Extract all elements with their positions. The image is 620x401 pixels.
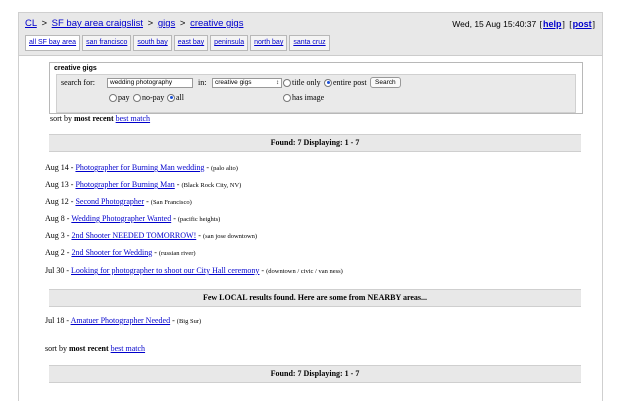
sort-line-bottom: sort by most recent best match	[45, 344, 145, 353]
radio-entire-post-label: entire post	[333, 78, 367, 87]
tab-peninsula[interactable]: peninsula	[210, 35, 249, 51]
radio-no-pay-label: no-pay	[142, 93, 165, 102]
found-bar-bottom: Found: 7 Displaying: 1 - 7	[49, 365, 581, 383]
category-select[interactable]: creative gigs ↕	[212, 78, 282, 88]
listing-link[interactable]: 2nd Shooter NEEDED TOMORROW!	[71, 231, 196, 240]
radio-entire-post[interactable]: entire post	[324, 78, 367, 87]
crumb-creative-gigs[interactable]: creative gigs	[190, 18, 243, 29]
crumb-separator: >	[41, 18, 47, 29]
radio-title-only-label: title only	[292, 78, 321, 87]
sort-current: most recent	[69, 344, 109, 353]
found-bar-top: Found: 7 Displaying: 1 - 7	[49, 134, 581, 152]
listing-location: (palo alto)	[211, 165, 238, 172]
listing-row: Aug 8 - Wedding Photographer Wanted - (p…	[45, 214, 221, 223]
has-image-label: has image	[292, 93, 325, 102]
sort-line-top: sort by most recent best match	[50, 114, 150, 123]
category-select-value: creative gigs	[215, 79, 252, 86]
radio-circle-icon	[133, 93, 141, 102]
tab-east-bay[interactable]: east bay	[173, 35, 209, 51]
listing-row: Aug 12 - Second Photographer - (San Fran…	[45, 197, 192, 206]
listing-link[interactable]: Second Photographer	[75, 197, 144, 206]
crumb-cl[interactable]: CL	[25, 18, 37, 29]
listing-link[interactable]: 2nd Shooter for Wedding	[71, 248, 152, 257]
listing-date: Aug 13	[45, 180, 69, 189]
sort-best-match-link[interactable]: best match	[111, 344, 145, 353]
search-section-title: creative gigs	[54, 65, 97, 72]
crumb-separator: >	[147, 18, 154, 29]
search-for-label: search for:	[61, 78, 95, 87]
search-input[interactable]: wedding photography	[107, 78, 193, 88]
listing-location: (san jose downtown)	[202, 233, 258, 240]
listing-row: Aug 2 - 2nd Shooter for Wedding - (russi…	[45, 248, 196, 257]
tab-san-francisco[interactable]: san francisco	[82, 35, 132, 51]
listing-location: (San Francisco)	[150, 199, 192, 206]
radio-circle-icon	[109, 93, 117, 102]
post-link[interactable]: post	[573, 19, 592, 29]
tab-santa-cruz[interactable]: santa cruz	[289, 35, 330, 51]
radio-no-pay[interactable]: no-pay	[133, 93, 164, 102]
radio-pay[interactable]: pay	[109, 93, 130, 102]
listing-date: Aug 8	[45, 214, 65, 223]
radio-selected-icon	[167, 93, 175, 102]
header: CL > SF bay area craigslist > gigs > cre…	[19, 13, 602, 56]
radio-pay-label: pay	[118, 93, 130, 102]
page-frame: CL > SF bay area craigslist > gigs > cre…	[18, 12, 603, 401]
radio-circle-icon	[283, 93, 291, 102]
breadcrumb: CL > SF bay area craigslist > gigs > cre…	[25, 18, 243, 29]
listing-date: Jul 30	[45, 266, 65, 275]
listing-date: Aug 2	[45, 248, 65, 257]
search-button[interactable]: Search	[370, 77, 401, 88]
search-box: creative gigs search for: wedding photog…	[49, 62, 583, 114]
chevron-down-icon: ↕	[276, 80, 279, 86]
listing-location: (pacific heights)	[177, 216, 221, 223]
listing-date: Aug 3	[45, 231, 65, 240]
listing-date: Aug 12	[45, 197, 69, 206]
radio-circle-icon	[283, 78, 291, 87]
listing-location: (russian river)	[158, 250, 196, 257]
checkbox-has-image[interactable]: has image	[283, 93, 324, 102]
sort-prefix: sort by	[45, 344, 67, 353]
radio-selected-icon	[324, 78, 332, 87]
search-form: search for: wedding photography in: crea…	[56, 74, 576, 113]
tab-all-sf-bay-area[interactable]: all SF bay area	[25, 35, 81, 51]
in-label: in:	[198, 78, 207, 87]
listing-link[interactable]: Amatuer Photographer Needed	[71, 316, 171, 325]
timestamp: Wed, 15 Aug 15:40:37	[452, 19, 537, 29]
listing-row: Aug 14 - Photographer for Burning Man we…	[45, 163, 238, 172]
listing-location: (Big Sur)	[176, 318, 202, 325]
listing-link[interactable]: Wedding Photographer Wanted	[71, 214, 171, 223]
listing-date: Jul 18	[45, 316, 65, 325]
crumb-sf-bay-area[interactable]: SF bay area craigslist	[52, 18, 143, 29]
tab-south-bay[interactable]: south bay	[133, 35, 172, 51]
listing-date: Aug 14	[45, 163, 69, 172]
listing-link[interactable]: Photographer for Burning Man	[75, 180, 174, 189]
nearby-results-bar: Few LOCAL results found. Here are some f…	[49, 289, 581, 307]
sort-prefix: sort by	[50, 114, 72, 123]
listing-location: (Black Rock City, NV)	[181, 182, 242, 189]
tab-north-bay[interactable]: north bay	[250, 35, 288, 51]
listing-row-nearby: Jul 18 - Amatuer Photographer Needed - (…	[45, 316, 202, 325]
crumb-gigs[interactable]: gigs	[158, 18, 175, 29]
listing-row: Aug 3 - 2nd Shooter NEEDED TOMORROW! - (…	[45, 231, 258, 240]
listing-row: Aug 13 - Photographer for Burning Man - …	[45, 180, 242, 189]
area-tabs: all SF bay area san francisco south bay …	[25, 35, 330, 51]
crumb-separator: >	[179, 18, 186, 29]
header-right: Wed, 15 Aug 15:40:37 [help] [post]	[452, 19, 595, 29]
listing-link[interactable]: Looking for photographer to shoot our Ci…	[71, 266, 259, 275]
help-link[interactable]: help	[543, 19, 562, 29]
listing-link[interactable]: Photographer for Burning Man wedding	[75, 163, 204, 172]
radio-all[interactable]: all	[167, 93, 184, 102]
sort-current: most recent	[74, 114, 114, 123]
sort-best-match-link[interactable]: best match	[116, 114, 150, 123]
listing-location: (downtown / civic / van ness)	[266, 268, 343, 275]
listing-row: Jul 30 - Looking for photographer to sho…	[45, 266, 343, 275]
radio-all-label: all	[176, 93, 184, 102]
radio-title-only[interactable]: title only	[283, 78, 321, 87]
